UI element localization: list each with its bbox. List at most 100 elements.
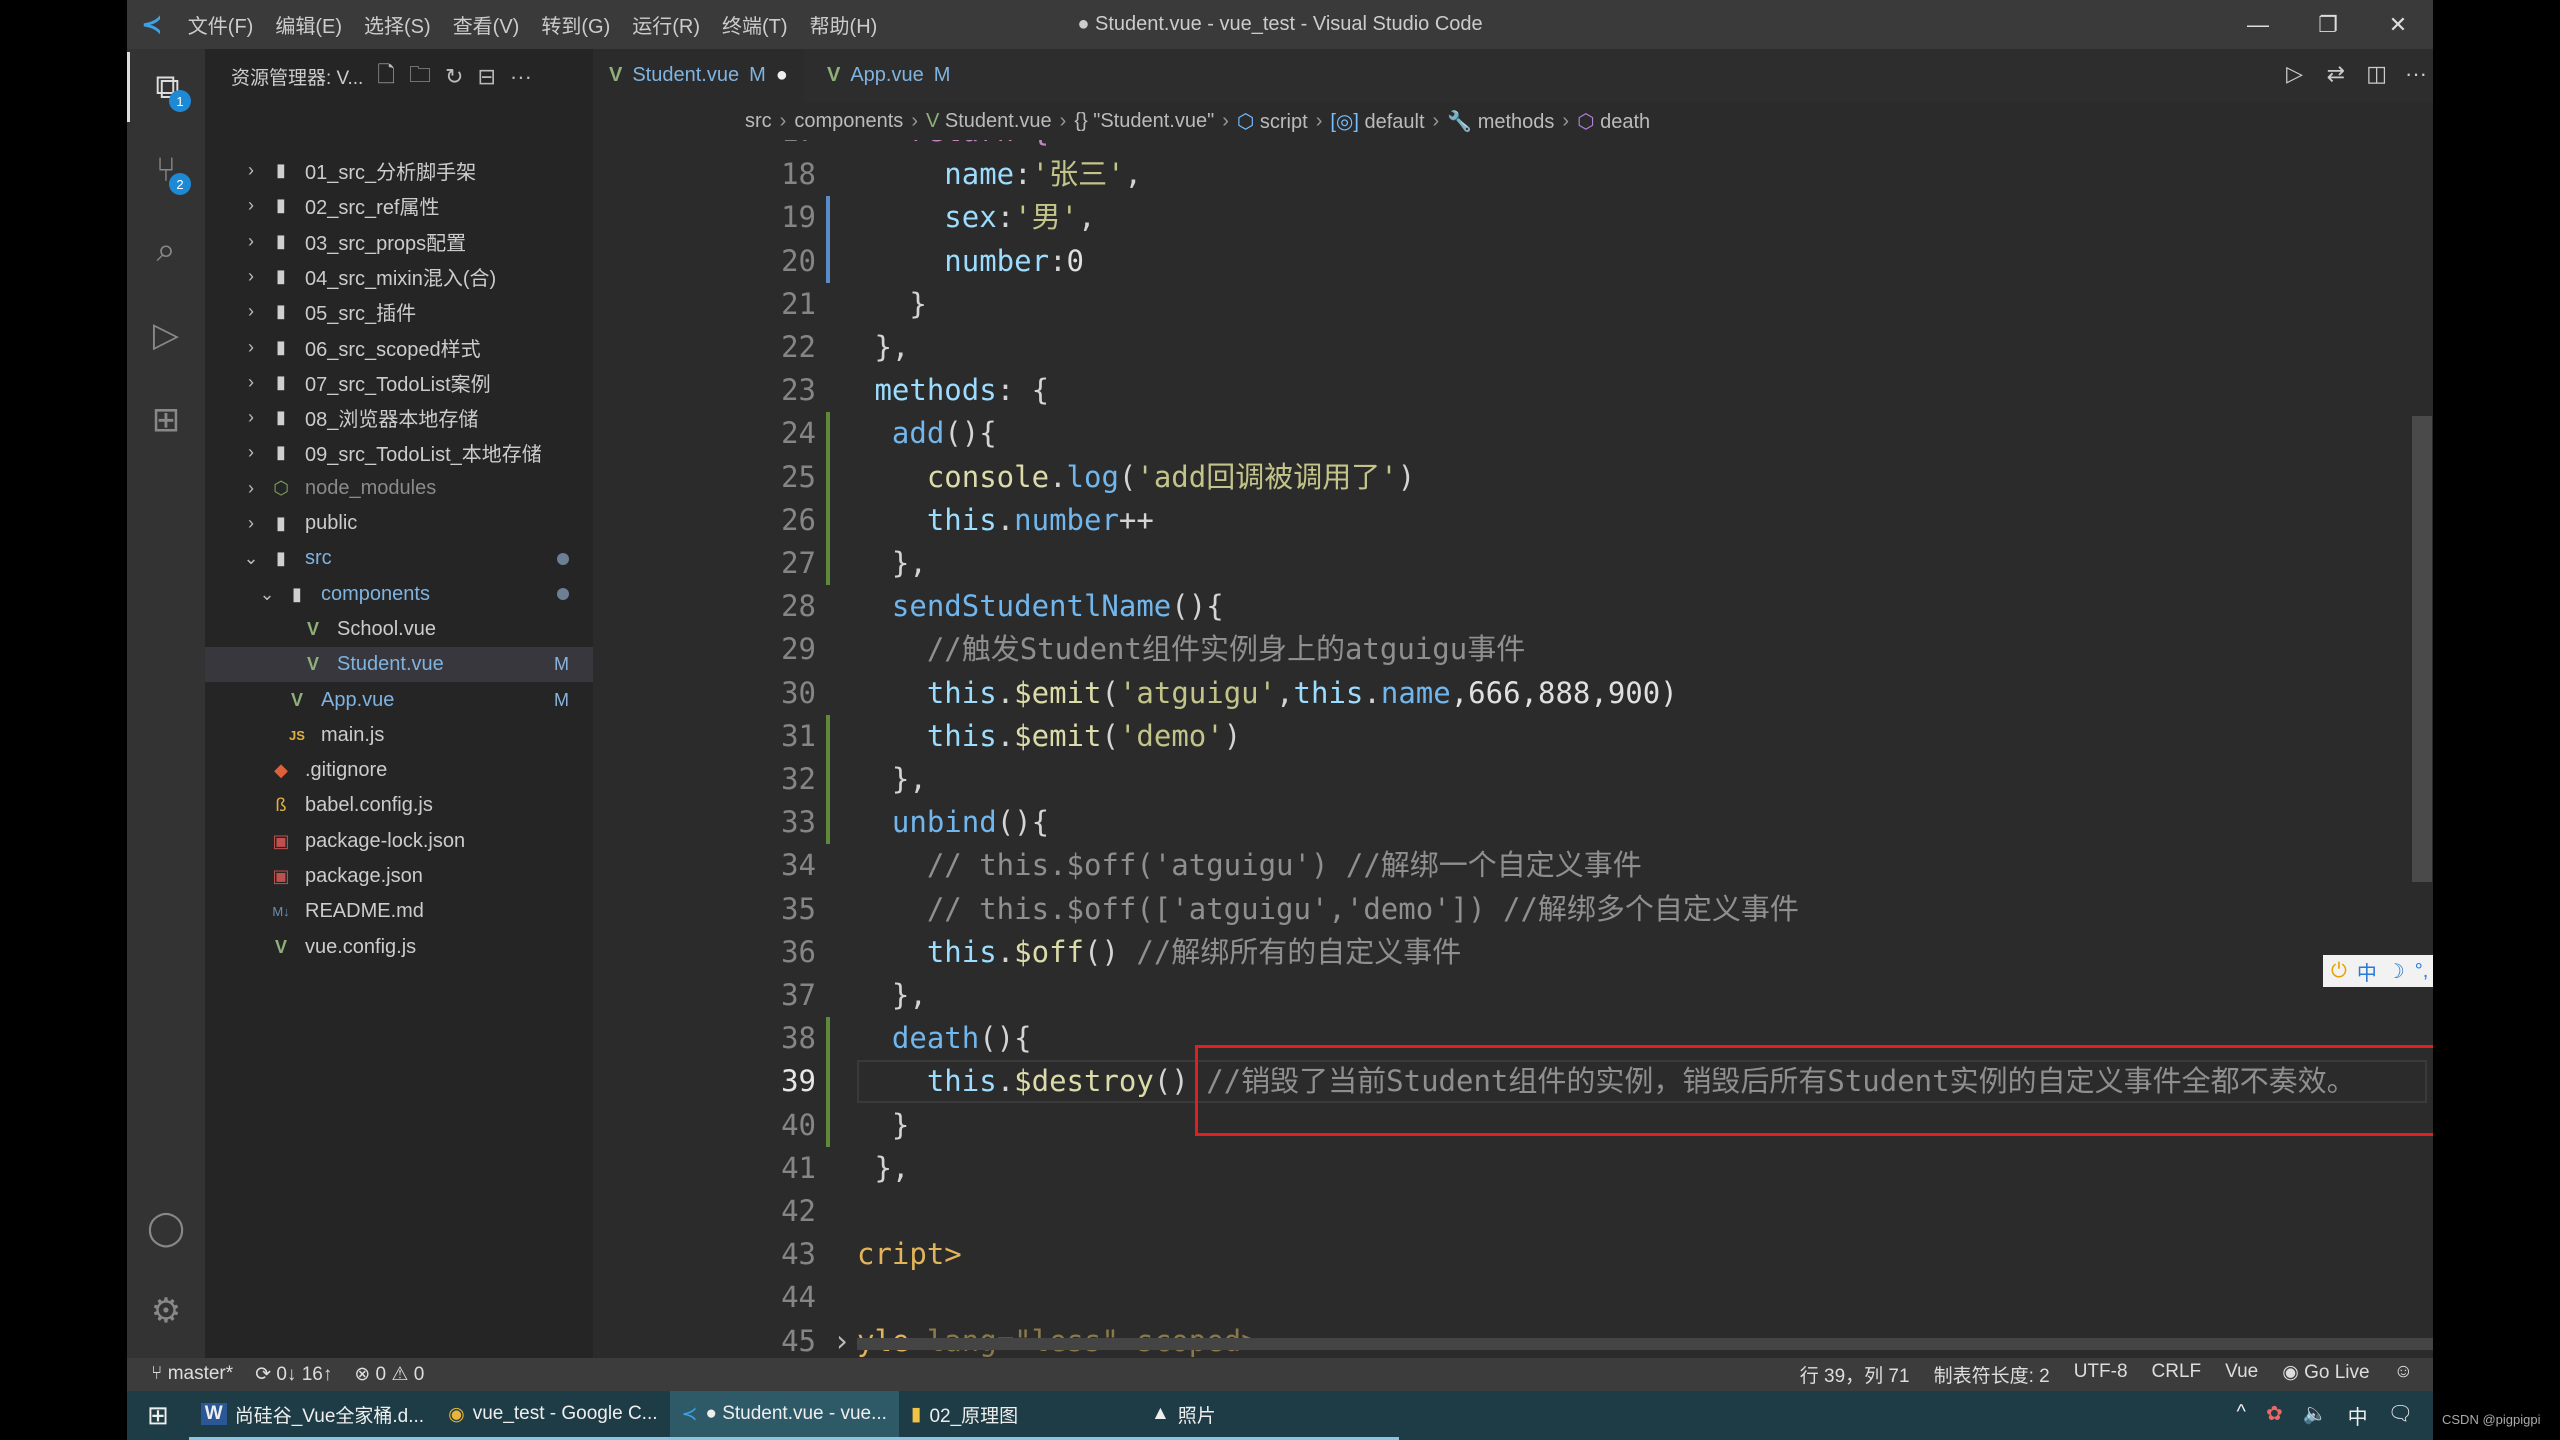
tree-item[interactable]: ⌄ ▮ components	[205, 577, 593, 612]
more-actions-icon[interactable]: ···	[2405, 61, 2427, 87]
close-button[interactable]: ✕	[2363, 0, 2433, 49]
chevron-right-icon[interactable]: ›	[241, 372, 261, 393]
chevron-right-icon[interactable]: ›	[241, 301, 261, 322]
menu-item[interactable]: 查看(V)	[442, 10, 531, 39]
menu-item[interactable]: 帮助(H)	[799, 10, 889, 39]
tree-item[interactable]: › ▮ 09_src_TodoList_本地存储	[205, 435, 593, 470]
more-actions-icon[interactable]: ···	[510, 64, 532, 90]
tree-item[interactable]: V App.vue M	[205, 683, 593, 718]
run-icon[interactable]: ▷	[2286, 61, 2303, 87]
taskbar-vscode[interactable]: ≺ ● Student.vue - vue...	[669, 1391, 899, 1440]
fold-chevron-icon[interactable]: ›	[833, 1320, 850, 1358]
ime-toolbar[interactable]: ⏻ 中 ☽ °, ⌨ 👤 🔧	[2323, 955, 2433, 987]
source-control-icon[interactable]: ⑂ 2	[127, 135, 205, 205]
vertical-scrollbar[interactable]	[2412, 416, 2432, 882]
line-ending[interactable]: CRLF	[2152, 1361, 2202, 1388]
taskbar-chrome[interactable]: ◉ vue_test - Google C...	[436, 1391, 670, 1440]
tab-student-vue[interactable]: V Student.vue M ●	[593, 49, 804, 102]
input-method-indicator[interactable]: 中	[2348, 1401, 2368, 1430]
problems-status[interactable]: ⊗ 0 ⚠ 0	[354, 1363, 424, 1386]
tree-item[interactable]: › ▮ 04_src_mixin混入(合)	[205, 259, 593, 294]
tree-item[interactable]: JS main.js	[205, 718, 593, 753]
refresh-icon[interactable]: ↻	[445, 64, 463, 90]
chevron-down-icon[interactable]: ⌄	[241, 548, 261, 569]
language-mode[interactable]: Vue	[2225, 1361, 2258, 1388]
chevron-right-icon[interactable]: ›	[241, 478, 261, 499]
tree-item[interactable]: › ▮ 07_src_TodoList案例	[205, 365, 593, 400]
chevron-right-icon[interactable]: ›	[241, 160, 261, 181]
moon-icon[interactable]: ☽	[2387, 959, 2405, 984]
chevron-right-icon[interactable]: ›	[241, 231, 261, 252]
tab-size[interactable]: 制表符长度: 2	[1934, 1361, 2050, 1388]
chevron-right-icon[interactable]: ›	[241, 195, 261, 216]
settings-gear-icon[interactable]: ⚙	[127, 1276, 205, 1346]
new-file-icon[interactable]: 🗋	[377, 58, 395, 96]
tree-item[interactable]: Vvue.config.js	[205, 930, 593, 965]
go-live-button[interactable]: ◉ Go Live	[2282, 1361, 2369, 1388]
windows-start-icon[interactable]: ⊞	[127, 1391, 189, 1440]
new-folder-icon[interactable]: 🗀	[409, 58, 431, 96]
breadcrumb-item[interactable]: V Student.vue	[926, 110, 1052, 133]
tree-item[interactable]: ▣ package-lock.json	[205, 824, 593, 859]
tree-item[interactable]: › ▮ 08_浏览器本地存储	[205, 400, 593, 435]
menu-item[interactable]: 文件(F)	[177, 10, 265, 39]
extensions-icon[interactable]: ⊞	[127, 385, 205, 455]
menu-item[interactable]: 转到(G)	[530, 10, 621, 39]
ime-chinese-mode[interactable]: 中	[2357, 957, 2377, 986]
tree-item[interactable]: ◆ .gitignore	[205, 753, 593, 788]
volume-icon[interactable]: 🔈	[2303, 1401, 2328, 1430]
breadcrumb-item[interactable]: src	[745, 110, 772, 133]
chevron-right-icon[interactable]: ›	[241, 266, 261, 287]
taskbar-word[interactable]: W 尚硅谷_Vue全家桶.d...	[188, 1391, 437, 1440]
chevron-right-icon[interactable]: ›	[241, 442, 261, 463]
chevron-right-icon[interactable]: ›	[241, 407, 261, 428]
explorer-icon[interactable]: ⧉ 1	[127, 52, 205, 122]
tree-item[interactable]: ß babel.config.js	[205, 788, 593, 823]
chevron-right-icon[interactable]: ›	[241, 513, 261, 534]
menu-item[interactable]: 选择(S)	[353, 10, 442, 39]
breadcrumb-item[interactable]: 🔧 methods	[1447, 109, 1554, 134]
tree-item[interactable]: V School.vue	[205, 612, 593, 647]
tab-app-vue[interactable]: V App.vue M	[811, 49, 966, 102]
minimize-button[interactable]: —	[2223, 0, 2293, 49]
split-editor-icon[interactable]: ◫	[2366, 61, 2387, 87]
tree-item[interactable]: › ⬡ node_modules	[205, 471, 593, 506]
unsaved-dot-icon[interactable]: ●	[776, 64, 788, 87]
chevron-right-icon[interactable]: ›	[241, 337, 261, 358]
tree-item[interactable]: ⌄ ▮ src	[205, 541, 593, 576]
account-icon[interactable]: ◯	[127, 1193, 205, 1263]
restore-button[interactable]: ❐	[2293, 0, 2363, 49]
tree-item[interactable]: V Student.vue M	[205, 647, 593, 683]
punctuation-icon[interactable]: °,	[2415, 960, 2429, 983]
compare-changes-icon[interactable]: ⇄	[2327, 61, 2345, 87]
cursor-position[interactable]: 行 39，列 71	[1800, 1361, 1910, 1388]
show-hidden-icons[interactable]: ^	[2237, 1401, 2246, 1430]
breadcrumb-item[interactable]: {} "Student.vue"	[1074, 110, 1214, 133]
menu-item[interactable]: 运行(R)	[621, 10, 711, 39]
notification-icon[interactable]: 🗨	[2388, 1401, 2413, 1430]
branch-status[interactable]: ⑂ master*	[151, 1363, 233, 1386]
tree-item[interactable]: ▣ package.json	[205, 859, 593, 894]
sync-status[interactable]: ⟳ 0↓ 16↑	[255, 1363, 332, 1386]
search-icon[interactable]: ⌕	[127, 215, 205, 285]
tree-item[interactable]: › ▮ 01_src_分析脚手架	[205, 153, 593, 188]
collapse-all-icon[interactable]: ⊟	[477, 64, 495, 90]
run-debug-icon[interactable]: ▷	[127, 300, 205, 370]
app-tray-icon[interactable]: ✿	[2266, 1401, 2283, 1430]
breadcrumb-item[interactable]: [◎] default	[1330, 109, 1424, 134]
breadcrumb-item[interactable]: ⬡ script	[1237, 109, 1308, 134]
taskbar-folder[interactable]: ▮ 02_原理图	[898, 1391, 1139, 1440]
tree-item[interactable]: › ▮ 03_src_props配置	[205, 224, 593, 259]
breadcrumb-item[interactable]: components	[794, 110, 903, 133]
tree-item[interactable]: › ▮ 02_src_ref属性	[205, 188, 593, 223]
breadcrumb-item[interactable]: ⬡ death	[1577, 109, 1650, 134]
code-editor[interactable]: 17 return {18 name:'张三',19 sex:'男',20 nu…	[593, 140, 2433, 1358]
feedback-icon[interactable]: ☺	[2394, 1361, 2413, 1388]
chevron-down-icon[interactable]: ⌄	[257, 584, 277, 605]
tree-item[interactable]: › ▮ public	[205, 506, 593, 541]
menu-item[interactable]: 终端(T)	[711, 10, 799, 39]
menu-item[interactable]: 编辑(E)	[264, 10, 353, 39]
tree-item[interactable]: › ▮ 05_src_插件	[205, 294, 593, 329]
tree-item[interactable]: › ▮ 06_src_scoped样式	[205, 330, 593, 365]
tree-item[interactable]: M↓ README.md	[205, 894, 593, 929]
